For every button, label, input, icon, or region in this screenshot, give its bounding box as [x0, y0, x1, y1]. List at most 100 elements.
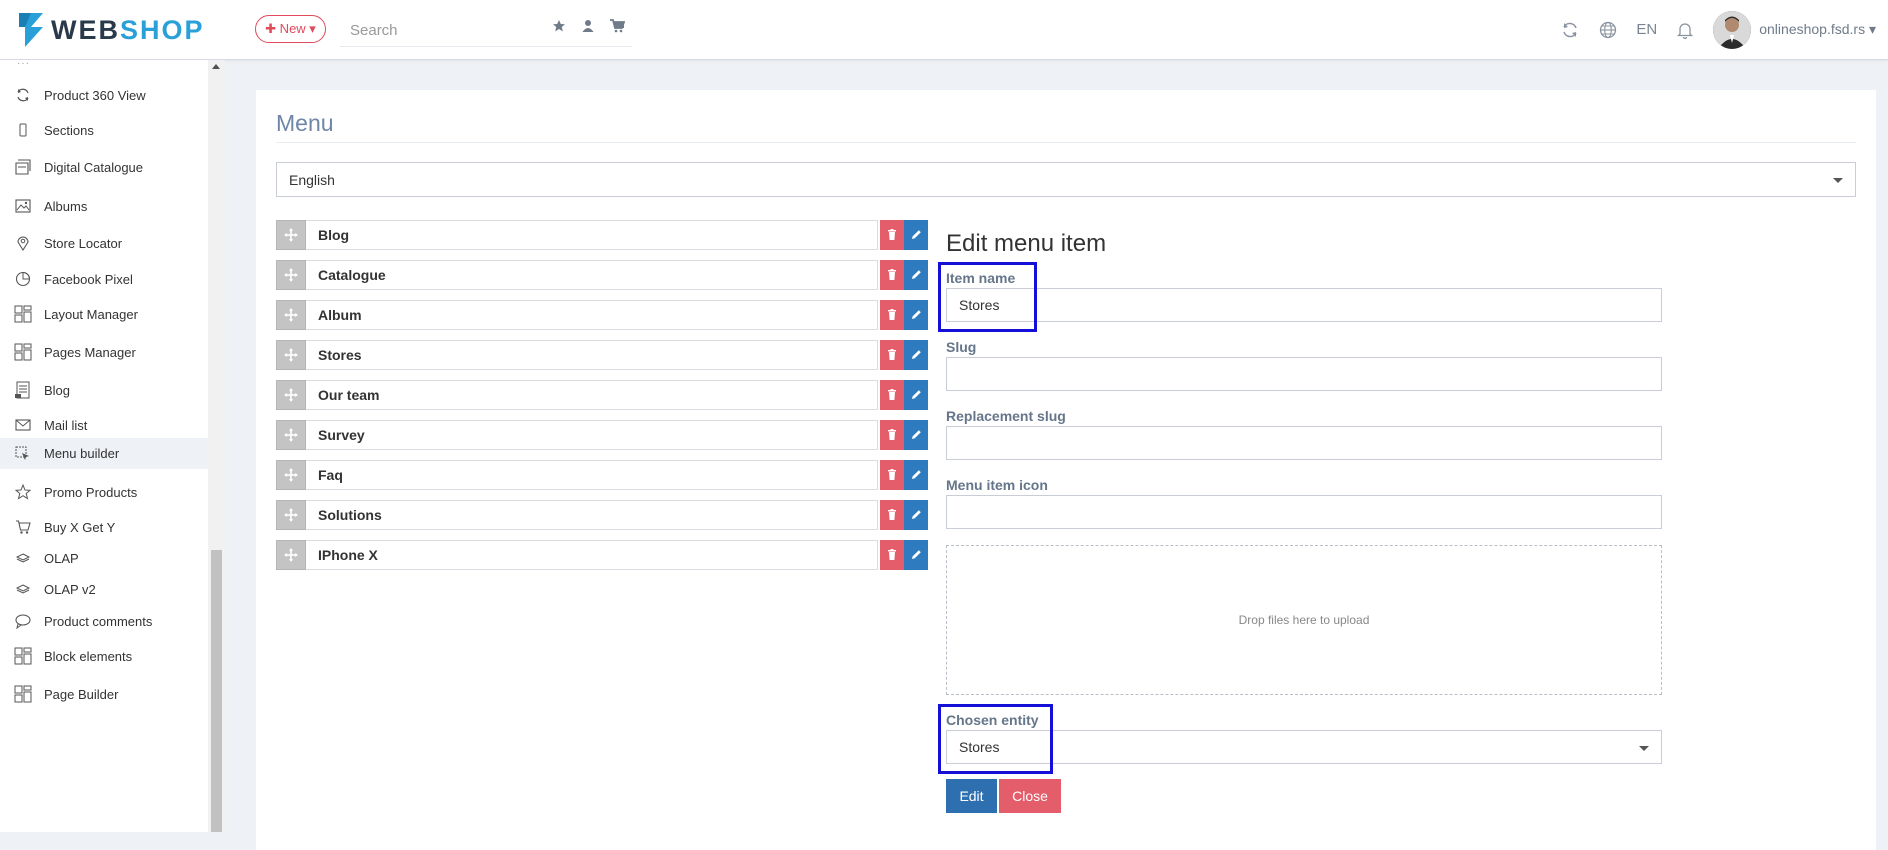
pencil-icon: [911, 347, 922, 363]
edit-item-button[interactable]: [904, 340, 928, 370]
edit-item-button[interactable]: [904, 260, 928, 290]
delete-item-button[interactable]: [880, 380, 904, 410]
trash-icon: [887, 347, 897, 363]
star-icon[interactable]: [552, 19, 567, 34]
quick-icons: [552, 19, 626, 34]
sidebar-item-pages-manager[interactable]: Pages Manager: [0, 333, 208, 371]
search-input[interactable]: [340, 14, 552, 46]
scrollbar-thumb[interactable]: [211, 550, 222, 832]
menu-item-row: Catalogue: [276, 260, 928, 290]
menu-item-label[interactable]: Stores: [306, 340, 878, 370]
menu-item-label[interactable]: Album: [306, 300, 878, 330]
edit-item-button[interactable]: [904, 380, 928, 410]
page-title: Menu: [276, 110, 334, 136]
cart-icon: [13, 517, 33, 537]
pencil-icon: [911, 267, 922, 283]
webshop-logo[interactable]: WEBSHOP: [17, 10, 205, 50]
menu-item-row: Album: [276, 300, 928, 330]
menu-item-row: Faq: [276, 460, 928, 490]
delete-item-button[interactable]: [880, 300, 904, 330]
drag-handle-icon[interactable]: [276, 420, 306, 450]
menu-item-label[interactable]: Solutions: [306, 500, 878, 530]
edit-item-button[interactable]: [904, 500, 928, 530]
drag-handle-icon[interactable]: [276, 300, 306, 330]
scroll-up-arrow-icon[interactable]: [212, 64, 220, 69]
edit-item-button[interactable]: [904, 460, 928, 490]
top-bar: WEBSHOP ✚ New ▾ EN onlineshop.fsd.rs ▾: [0, 0, 1888, 60]
sync-icon[interactable]: [1560, 20, 1580, 40]
menu-item-icon-label: Menu item icon: [946, 477, 1048, 493]
cart-icon[interactable]: [610, 19, 626, 34]
pencil-icon: [911, 427, 922, 443]
drag-handle-icon[interactable]: [276, 380, 306, 410]
sidebar-item-label: Buy X Get Y: [44, 519, 116, 535]
edit-item-button[interactable]: [904, 220, 928, 250]
delete-item-button[interactable]: [880, 420, 904, 450]
layout-icon: [13, 342, 33, 362]
edit-button[interactable]: Edit: [946, 779, 997, 813]
sidebar-scrollbar[interactable]: [208, 60, 225, 832]
sidebar-item-digital-catalogue[interactable]: Digital Catalogue: [0, 148, 208, 186]
user-avatar[interactable]: [1713, 10, 1752, 49]
menu-item-label[interactable]: Faq: [306, 460, 878, 490]
drag-handle-icon[interactable]: [276, 260, 306, 290]
delete-item-button[interactable]: [880, 340, 904, 370]
drag-handle-icon[interactable]: [276, 340, 306, 370]
drag-handle-icon[interactable]: [276, 460, 306, 490]
pencil-icon: [911, 467, 922, 483]
delete-item-button[interactable]: [880, 500, 904, 530]
pencil-icon: [911, 387, 922, 403]
sidebar-item-product-360-view[interactable]: Product 360 View: [0, 76, 208, 114]
sidebar-item-block-elements[interactable]: Block elements: [0, 637, 208, 675]
book-icon: [13, 157, 33, 177]
sidebar-item-label: Digital Catalogue: [44, 159, 144, 175]
chosen-entity-select[interactable]: Stores: [946, 730, 1662, 764]
dropzone-text: Drop files here to upload: [1238, 613, 1370, 627]
new-button[interactable]: ✚ New ▾: [255, 15, 326, 43]
edit-item-button[interactable]: [904, 300, 928, 330]
sidebar-item-promo-products[interactable]: Promo Products: [0, 473, 208, 511]
sidebar-item-label: Mail list: [44, 417, 88, 433]
logo-text-web: WEB: [51, 14, 120, 45]
replacement-slug-input[interactable]: [946, 426, 1662, 460]
menu-item-label[interactable]: Our team: [306, 380, 878, 410]
sidebar-item-sections[interactable]: Sections: [0, 111, 208, 149]
map-icon: [13, 233, 33, 253]
edit-item-button[interactable]: [904, 420, 928, 450]
sidebar-item-facebook-pixel[interactable]: Facebook Pixel: [0, 260, 208, 298]
menu-item-label[interactable]: Catalogue: [306, 260, 878, 290]
drag-handle-icon[interactable]: [276, 540, 306, 570]
delete-item-button[interactable]: [880, 260, 904, 290]
delete-item-button[interactable]: [880, 220, 904, 250]
sidebar-item-blog[interactable]: Blog: [0, 371, 208, 409]
sidebar-item-page-builder[interactable]: Page Builder: [0, 675, 208, 713]
sidebar-item-store-locator[interactable]: Store Locator: [0, 224, 208, 262]
file-dropzone[interactable]: Drop files here to upload: [946, 545, 1662, 695]
user-icon[interactable]: [581, 19, 596, 34]
item-name-input[interactable]: [946, 288, 1662, 322]
sidebar-item-albums[interactable]: Albums: [0, 187, 208, 225]
language-select[interactable]: English: [276, 162, 1856, 197]
delete-item-button[interactable]: [880, 460, 904, 490]
drag-handle-icon[interactable]: [276, 500, 306, 530]
sidebar-item-label: Menu builder: [44, 446, 120, 461]
sidebar-item-product-comments[interactable]: Product comments: [0, 602, 208, 640]
sidebar-item-layout-manager[interactable]: Layout Manager: [0, 295, 208, 333]
language-switch[interactable]: EN: [1636, 21, 1657, 38]
slug-input[interactable]: [946, 357, 1662, 391]
menu-item-label[interactable]: IPhone X: [306, 540, 878, 570]
close-button[interactable]: Close: [999, 779, 1061, 813]
trash-icon: [887, 227, 897, 243]
menu-item-icon-input[interactable]: [946, 495, 1662, 529]
delete-item-button[interactable]: [880, 540, 904, 570]
sidebar-item-menu-builder[interactable]: Menu builder: [0, 438, 208, 469]
drag-handle-icon[interactable]: [276, 220, 306, 250]
bell-icon[interactable]: [1675, 20, 1695, 40]
slug-label: Slug: [946, 339, 977, 355]
globe-icon[interactable]: [1598, 20, 1618, 40]
comment-icon: [13, 611, 33, 631]
edit-item-button[interactable]: [904, 540, 928, 570]
menu-item-label[interactable]: Blog: [306, 220, 878, 250]
user-menu[interactable]: onlineshop.fsd.rs ▾: [1759, 21, 1876, 38]
menu-item-label[interactable]: Survey: [306, 420, 878, 450]
